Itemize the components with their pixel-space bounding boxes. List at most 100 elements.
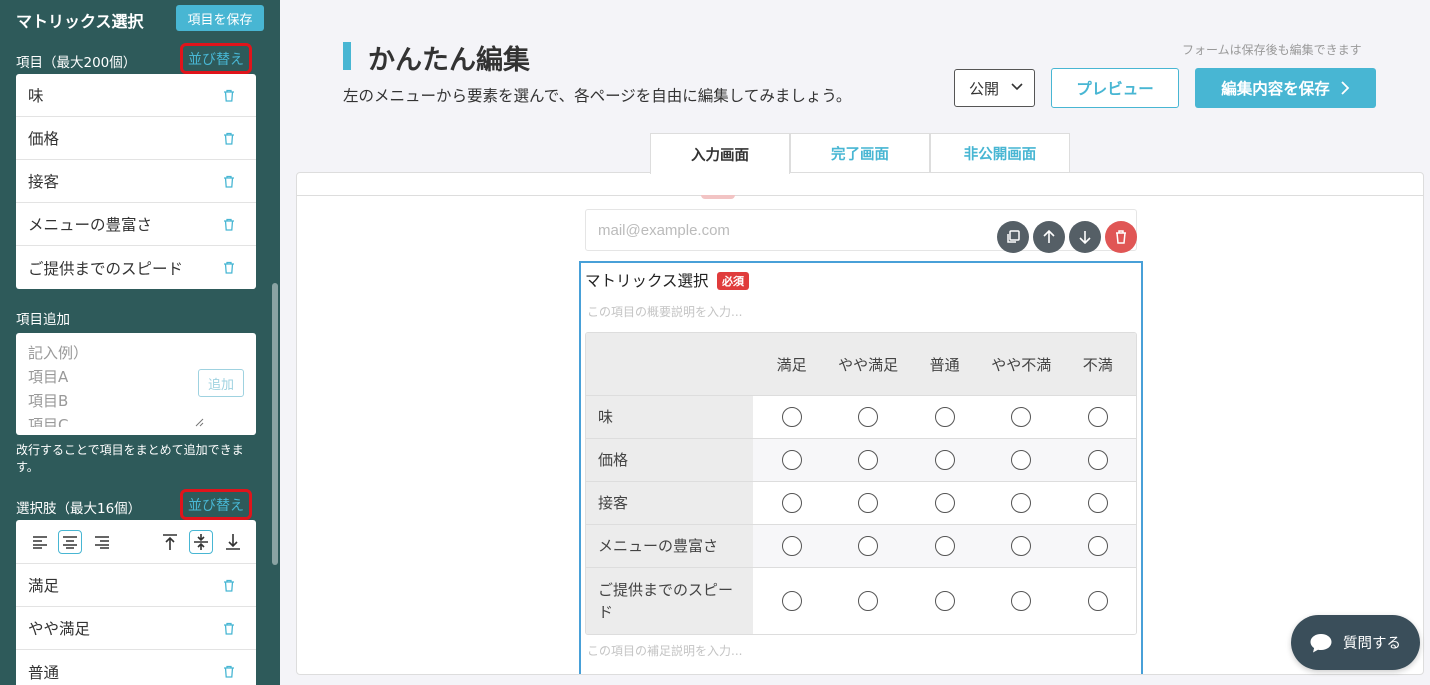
valign-middle-icon[interactable]	[189, 530, 213, 554]
sort-items-button[interactable]: 並び替え	[180, 43, 252, 74]
option-label: 満足	[28, 577, 60, 595]
radio-button[interactable]	[1011, 591, 1032, 611]
item-row[interactable]: 接客	[16, 160, 256, 203]
matrix-cell	[1059, 482, 1136, 524]
item-label: 価格	[28, 130, 60, 148]
matrix-table: 満足 やや満足 普通 やや不満 不満 味価格 接客 メニューの豊富さ ご提供までのスピード	[585, 332, 1137, 635]
radio-button[interactable]	[1011, 407, 1032, 427]
trash-icon[interactable]	[222, 621, 236, 635]
copy-icon	[1007, 230, 1020, 243]
option-row[interactable]: やや満足	[16, 607, 256, 650]
align-center-icon[interactable]	[58, 530, 82, 554]
save-items-button[interactable]: 項目を保存	[176, 5, 264, 31]
radio-button[interactable]	[781, 450, 802, 470]
align-right-icon[interactable]	[90, 530, 114, 554]
matrix-column-header: やや不満	[991, 355, 1052, 374]
chat-button[interactable]: 質問する	[1291, 615, 1420, 670]
delete-field-button[interactable]	[1105, 221, 1137, 253]
radio-button[interactable]	[1011, 493, 1032, 513]
trash-icon[interactable]	[222, 174, 236, 188]
matrix-cell	[906, 396, 983, 438]
trash-icon	[1116, 230, 1126, 244]
trash-icon[interactable]	[222, 665, 236, 679]
radio-button[interactable]	[934, 493, 955, 513]
save-edits-button[interactable]: 編集内容を保存	[1195, 68, 1376, 108]
matrix-cell	[753, 568, 830, 634]
field-supplement[interactable]: この項目の補足説明を入力...	[587, 642, 742, 659]
radio-button[interactable]	[781, 591, 802, 611]
radio-button[interactable]	[858, 493, 879, 513]
resize-handle-icon[interactable]	[194, 417, 204, 427]
matrix-cell	[753, 439, 830, 481]
radio-button[interactable]	[781, 407, 802, 427]
align-left-icon[interactable]	[28, 530, 52, 554]
options-label: 選択肢（最大16個）	[16, 501, 142, 517]
alignment-toolbar	[16, 520, 256, 564]
radio-button[interactable]	[934, 450, 955, 470]
radio-button[interactable]	[858, 450, 879, 470]
page-title: かんたん編集	[368, 45, 530, 76]
radio-button[interactable]	[1087, 450, 1108, 470]
required-badge-fragment	[701, 195, 735, 199]
matrix-field[interactable]: マトリックス選択 必須 この項目の概要説明を入力... 満足 やや満足 普通 やや不満…	[579, 261, 1143, 674]
matrix-cell	[906, 525, 983, 567]
item-row[interactable]: 価格	[16, 117, 256, 160]
add-item-note: 改行することで項目をまとめて追加できます。	[16, 443, 244, 474]
radio-button[interactable]	[1087, 591, 1108, 611]
sidebar-scrollbar-thumb[interactable]	[272, 283, 278, 565]
radio-button[interactable]	[781, 536, 802, 556]
move-up-button[interactable]	[1033, 221, 1065, 253]
trash-icon[interactable]	[222, 88, 236, 102]
radio-button[interactable]	[858, 591, 879, 611]
radio-button[interactable]	[858, 536, 879, 556]
trash-icon[interactable]	[222, 131, 236, 145]
matrix-row-label: 接客	[586, 482, 754, 524]
tab-private-screen[interactable]: 非公開画面	[930, 133, 1070, 173]
radio-button[interactable]	[1087, 407, 1108, 427]
matrix-cell	[1059, 439, 1136, 481]
title-accent-bar	[343, 42, 351, 70]
item-row[interactable]: 味	[16, 74, 256, 117]
radio-button[interactable]	[1011, 536, 1032, 556]
radio-button[interactable]	[1087, 536, 1108, 556]
trash-icon[interactable]	[222, 217, 236, 231]
trash-icon[interactable]	[222, 578, 236, 592]
item-label: 接客	[28, 173, 60, 191]
valign-bottom-icon[interactable]	[221, 530, 245, 554]
matrix-cell	[829, 525, 907, 567]
add-item-textarea[interactable]: 記入例） 項目A 項目B 項目C	[28, 341, 198, 427]
arrow-up-icon	[1043, 229, 1055, 243]
option-row[interactable]: 満足	[16, 564, 256, 607]
sort-options-button[interactable]: 並び替え	[180, 489, 252, 520]
move-down-button[interactable]	[1069, 221, 1101, 253]
matrix-cell	[906, 568, 983, 634]
matrix-cell	[829, 482, 907, 524]
radio-button[interactable]	[1011, 450, 1032, 470]
radio-button[interactable]	[934, 407, 955, 427]
add-item-button[interactable]: 追加	[198, 369, 244, 397]
matrix-cell	[983, 525, 1060, 567]
radio-button[interactable]	[781, 493, 802, 513]
matrix-cell	[753, 525, 830, 567]
item-row[interactable]: ご提供までのスピード	[16, 246, 256, 289]
visibility-select[interactable]: 公開	[954, 69, 1035, 107]
radio-button[interactable]	[934, 591, 955, 611]
page-subtitle: 左のメニューから要素を選んで、各ページを自由に編集してみましょう。	[343, 87, 852, 105]
duplicate-button[interactable]	[997, 221, 1029, 253]
option-list: 満足やや満足 普通	[16, 564, 256, 685]
chevron-right-icon	[1341, 81, 1350, 95]
radio-button[interactable]	[934, 536, 955, 556]
trash-icon[interactable]	[222, 261, 236, 275]
sidebar-title: マトリックス選択	[16, 12, 144, 31]
add-item-box: 記入例） 項目A 項目B 項目C 追加	[16, 333, 256, 435]
tab-completion-screen[interactable]: 完了画面	[790, 133, 930, 173]
field-title: マトリックス選択	[585, 272, 709, 290]
preview-button[interactable]: プレビュー	[1051, 68, 1179, 108]
radio-button[interactable]	[858, 407, 879, 427]
tab-input-screen[interactable]: 入力画面	[650, 133, 790, 174]
field-description[interactable]: この項目の概要説明を入力...	[587, 303, 742, 320]
valign-top-icon[interactable]	[158, 530, 182, 554]
radio-button[interactable]	[1087, 493, 1108, 513]
item-row[interactable]: メニューの豊富さ	[16, 203, 256, 246]
option-row[interactable]: 普通	[16, 650, 256, 685]
